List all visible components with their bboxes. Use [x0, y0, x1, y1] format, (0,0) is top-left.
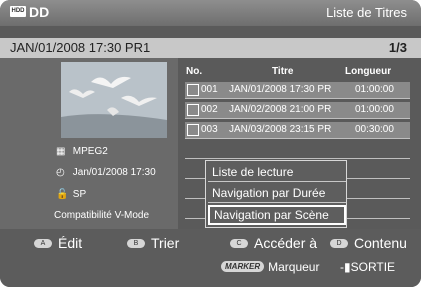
row-longueur: 01:00:00 [355, 84, 394, 95]
menu-item-liste-de-lecture[interactable]: Liste de lecture [208, 163, 346, 182]
c-key-icon: C [230, 238, 248, 248]
title-thumbnail [61, 62, 167, 138]
row-no: 002 [201, 104, 218, 115]
format-value: MPEG2 [72, 146, 108, 157]
row-titre: JAN/02/2008 21:00 PR [229, 104, 332, 115]
menu-item-navigation-duree[interactable]: Navigation par Durée [208, 184, 346, 203]
button-d-content[interactable]: D Contenu [330, 235, 407, 251]
title-bar: HDD DD Liste de Titres [0, 0, 421, 26]
exit-button[interactable]: -▮SORTIE [340, 260, 395, 274]
row-no: 001 [201, 84, 218, 95]
button-c-label: Accéder à [254, 235, 318, 251]
title-row[interactable]: 002 JAN/02/2008 21:00 PR 01:00:00 [185, 102, 410, 119]
screen-title: Liste de Titres [326, 5, 407, 20]
format-info: ▦ MPEG2 [56, 146, 108, 157]
navigation-popup-menu: Liste de lecture Navigation par Durée Na… [205, 160, 347, 228]
marker-key-icon: MARKER [221, 261, 265, 273]
lock-icon: 🔓 [56, 189, 69, 200]
exit-label: SORTIE [350, 260, 396, 274]
col-header-no: No. [186, 66, 203, 77]
seagulls-image [61, 62, 167, 138]
color-button-bar: A Édit B Trier C Accéder à D Contenu MARKER M… [0, 229, 421, 287]
quality-info: 🔓 SP [56, 189, 86, 200]
compat-info: Compatibilité V-Mode [54, 210, 150, 221]
current-date: JAN/01/2008 17:30 PR1 [10, 40, 151, 55]
datetime-value: Jan/01/2008 17:30 [72, 167, 156, 178]
title-row[interactable]: 001 JAN/01/2008 17:30 PR 01:00:00 [185, 82, 410, 99]
hdd-icon: HDD [10, 6, 26, 17]
tv-screen: HDD DD Liste de Titres JAN/01/2008 17:30… [0, 0, 421, 287]
film-icon: ▦ [56, 146, 66, 157]
col-header-titre: Titre [272, 66, 294, 77]
button-b-sort[interactable]: B Trier [127, 235, 179, 251]
clock-icon: ◴ [56, 167, 65, 178]
row-titre: JAN/01/2008 17:30 PR [229, 84, 332, 95]
button-d-label: Contenu [354, 235, 407, 251]
marker-button[interactable]: MARKER Marqueur [221, 260, 319, 274]
d-key-icon: D [330, 238, 348, 248]
exit-icon: -▮ [340, 260, 351, 274]
menu-item-navigation-scene[interactable]: Navigation par Scène [208, 205, 346, 225]
col-header-longueur: Longueur [345, 66, 392, 77]
row-longueur: 01:00:00 [355, 104, 394, 115]
a-key-icon: A [34, 238, 52, 248]
marker-label: Marqueur [268, 260, 320, 274]
source-label: DD [29, 4, 50, 20]
page-counter: 1/3 [388, 40, 407, 55]
button-b-label: Trier [151, 235, 180, 251]
button-a-label: Édit [58, 235, 83, 251]
row-checkbox[interactable] [187, 124, 199, 136]
empty-row [185, 142, 410, 159]
quality-value: SP [72, 189, 87, 200]
info-bar: JAN/01/2008 17:30 PR1 1/3 [0, 38, 421, 58]
button-a-edit[interactable]: A Édit [34, 235, 82, 251]
row-checkbox[interactable] [187, 104, 199, 116]
button-c-goto[interactable]: C Accéder à [230, 235, 317, 251]
datetime-info: ◴ Jan/01/2008 17:30 [56, 167, 156, 178]
b-key-icon: B [127, 238, 145, 248]
title-row[interactable]: 003 JAN/03/2008 23:15 PR 00:30:00 [185, 122, 410, 139]
row-titre: JAN/03/2008 23:15 PR [229, 124, 332, 135]
row-longueur: 00:30:00 [355, 124, 394, 135]
row-no: 003 [201, 124, 218, 135]
row-checkbox[interactable] [187, 84, 199, 96]
